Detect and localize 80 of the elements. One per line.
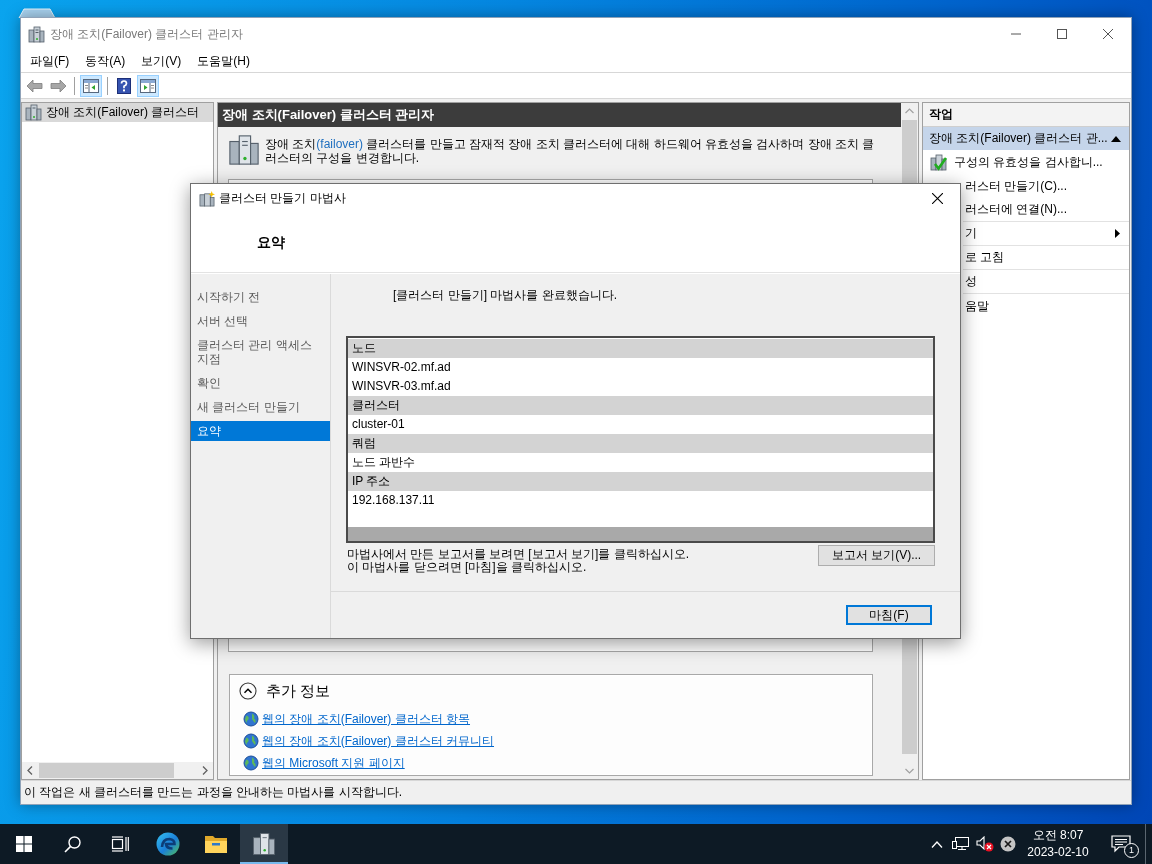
globe-icon — [243, 733, 259, 749]
x-circle-icon[interactable] — [1000, 836, 1016, 852]
close-icon — [1103, 29, 1113, 39]
arrow-right-icon — [49, 78, 67, 93]
notification-icon[interactable] — [1111, 835, 1131, 853]
instruction-text: 이 마법사를 닫으려면 [마침]을 클릭하십시오. — [347, 561, 587, 574]
caret-right-icon — [1115, 229, 1120, 238]
panel-header: 장애 조치(Failover) 클러스터 관리자 — [218, 103, 901, 127]
cluster-manager-button[interactable] — [240, 824, 288, 864]
section-title: 추가 정보 — [266, 681, 331, 701]
action-pane-toggle-button[interactable] — [137, 74, 159, 97]
action-item[interactable]: 기 — [963, 222, 1129, 246]
action-item[interactable]: 움말 — [963, 294, 1129, 318]
servers-icon — [252, 832, 276, 856]
clock-date[interactable]: 2023-02-10 — [1027, 844, 1089, 861]
menu-item[interactable]: 파일(F) — [22, 49, 78, 73]
wizard-step: 시작하기 전 — [191, 287, 330, 307]
speaker-muted-icon[interactable] — [976, 836, 994, 852]
close-icon — [931, 193, 943, 204]
action-item[interactable]: 러스터에 연결(N)... — [963, 198, 1129, 222]
summary-heading: 클러스터 — [348, 396, 933, 415]
arrow-left-icon — [25, 78, 43, 93]
action-item[interactable]: 성 — [963, 270, 1129, 294]
dialog-title: 클러스터 만들기 마법사 — [219, 190, 347, 207]
folder-icon — [204, 834, 228, 854]
servers-icon — [28, 25, 45, 43]
wizard-step: 서버 선택 — [191, 311, 330, 331]
servers-icon — [25, 104, 42, 121]
summary-value: cluster-01 — [351, 416, 406, 433]
menu-item[interactable]: 도움말(H) — [189, 49, 258, 73]
web-link[interactable]: 웹의 장애 조치(Failover) 클러스터 항목 — [262, 710, 470, 728]
browser-icon — [156, 832, 180, 856]
collapse-circle-icon[interactable] — [239, 682, 257, 700]
maximize-icon — [1057, 29, 1067, 39]
menu-item[interactable]: 동작(A) — [77, 49, 134, 73]
action-item[interactable]: 구성의 유효성을 검사합니... — [923, 150, 1129, 174]
servers-check-icon — [930, 153, 947, 171]
globe-icon — [243, 755, 259, 771]
summary-heading: 쿼럼 — [348, 434, 933, 453]
summary-value: WINSVR-03.mf.ad — [351, 378, 452, 395]
wizard-step: 확인 — [191, 373, 330, 393]
windows-logo-icon — [16, 836, 32, 852]
summary-value: WINSVR-02.mf.ad — [351, 359, 452, 376]
view-report-button[interactable]: 보고서 보기(V)... — [818, 545, 935, 566]
finish-button[interactable]: 마침(F) — [846, 605, 932, 625]
notification-badge: 1 — [1124, 843, 1139, 858]
wizard-step: 요약 — [191, 421, 330, 441]
status-text: 이 작업은 새 클러스터를 만드는 과정을 안내하는 마법사를 시작합니다. — [24, 784, 402, 801]
help-icon — [117, 77, 131, 94]
network-icon[interactable] — [952, 836, 970, 852]
task-view-icon — [111, 836, 129, 852]
menu-item[interactable]: 보기(V) — [133, 49, 190, 73]
wizard-step: 클러스터 관리 액세스 지점 — [191, 335, 330, 369]
console-tree-toggle-button[interactable] — [80, 74, 102, 97]
servers-sparkle-icon — [199, 190, 215, 207]
search-icon — [63, 835, 81, 853]
instruction-text: 마법사에서 만든 보고서를 보려면 [보고서 보기]를 클릭하십시오. — [347, 548, 689, 561]
summary-value: 노드 과반수 — [351, 454, 417, 471]
web-link[interactable]: 웹의 장애 조치(Failover) 클러스터 커뮤니티 — [262, 732, 494, 750]
panel-icon — [140, 78, 156, 93]
web-link[interactable]: 웹의 Microsoft 지원 페이지 — [262, 754, 405, 772]
scrollbar-thumb[interactable] — [39, 763, 174, 778]
globe-icon — [243, 711, 259, 727]
panel-icon — [83, 78, 99, 93]
clock-time[interactable]: 오전 8:07 — [1032, 827, 1084, 844]
wizard-step: 새 클러스터 만들기 — [191, 397, 330, 417]
window-title: 장애 조치(Failover) 클러스터 관리자 — [50, 25, 244, 43]
action-item[interactable]: 로 고침 — [963, 246, 1129, 270]
summary-heading: IP 주소 — [348, 472, 933, 491]
description-text: 장애 조치(failover) 클러스터를 만들고 잠재적 장애 조치 클러스터에 대해 하드웨어 유효성을 검사하며 장애 조치 클러스터의 구성을 변경합니다. — [265, 137, 876, 165]
pane-header: 작업 — [923, 103, 1129, 127]
summary-value: 192.168.137.11 — [351, 492, 436, 509]
action-item[interactable]: 러스터 만들기(C)... — [963, 174, 1129, 198]
servers-icon — [228, 134, 260, 166]
tree-item[interactable]: 장애 조치(Failover) 클러스터 — [22, 103, 213, 122]
summary-heading: 노드 — [348, 339, 933, 358]
page-heading: 요약 — [257, 233, 285, 252]
completion-message: [클러스터 만들기] 마법사를 완료했습니다. — [392, 287, 618, 302]
action-group-header[interactable]: 장애 조치(Failover) 클러스터 관... — [923, 127, 1129, 150]
chevron-up-icon[interactable] — [931, 840, 943, 848]
